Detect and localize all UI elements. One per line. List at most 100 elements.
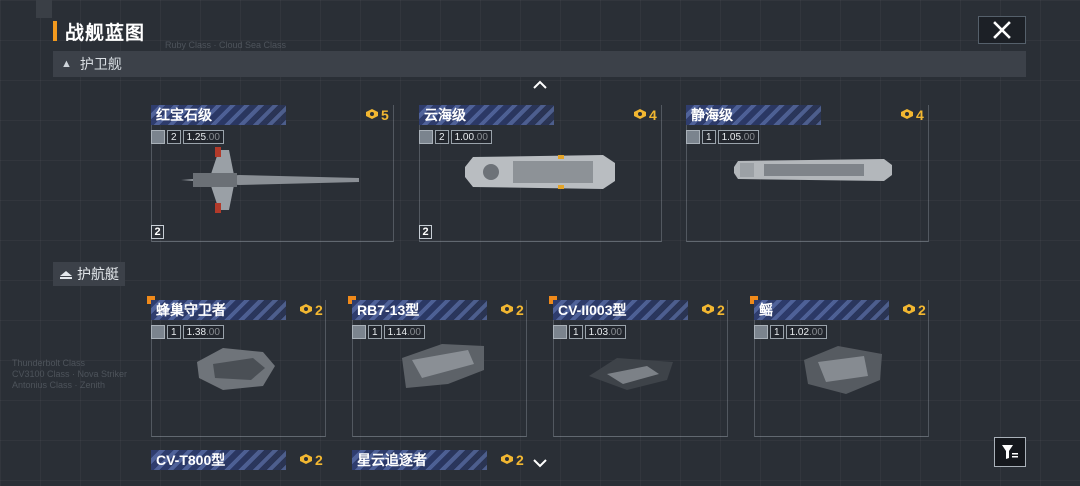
stat-value-main: 1.02 (789, 326, 810, 338)
weapon-icon (352, 325, 366, 339)
section-header-escort[interactable]: 护航艇 (53, 262, 125, 286)
cost-value: 2 (315, 302, 323, 318)
blueprint-watermark: Ruby Class · Cloud Sea Class (165, 40, 287, 50)
ship-card[interactable]: RB7-13型 2 1 1.14.00 (348, 296, 527, 437)
stat-count: 1 (569, 325, 583, 339)
resource-coin-icon (500, 452, 514, 468)
weapon-icon (686, 130, 700, 144)
ship-name: 红宝石级 (156, 107, 212, 123)
scroll-down-button[interactable] (531, 458, 549, 468)
cost-value: 2 (315, 452, 323, 468)
ship-name: RB7-13型 (357, 302, 420, 318)
ship-card[interactable]: CV-T800型 2 (151, 450, 323, 486)
stat-count: 1 (770, 325, 784, 339)
ship-stats: 2 1.25.00 (151, 129, 226, 145)
name-plate: 蜂巢守卫者 (151, 300, 286, 320)
cost-value: 5 (381, 107, 389, 123)
stat-value-main: 1.38 (186, 326, 207, 338)
resource-coin-icon (299, 452, 313, 468)
blueprint-watermark: CV3100 Class · Nova Striker (12, 369, 128, 379)
stat-count: 1 (702, 130, 716, 144)
stat-value-suffix: .00 (206, 326, 220, 338)
resource-coin-icon (500, 302, 514, 318)
ship-stats: 1 1.02.00 (754, 324, 829, 340)
cost-value: 2 (516, 302, 524, 318)
ship-card[interactable]: 鳐 2 1 1.02.00 (750, 296, 929, 437)
ship-name: CV-T800型 (156, 452, 226, 468)
name-plate: 云海级 (419, 105, 554, 125)
ship-name: CV-II003型 (558, 302, 627, 318)
resource-coin-icon (299, 302, 313, 318)
weapon-icon (419, 130, 433, 144)
resource-coin-icon (633, 107, 647, 123)
stat-count: 2 (167, 130, 181, 144)
ship-image (197, 348, 275, 390)
ship-card[interactable]: 静海级 4 1 1.05.00 (686, 105, 929, 242)
name-plate: CV-II003型 (553, 300, 688, 320)
ship-card[interactable]: 蜂巢守卫者 2 1 1.38.00 (147, 296, 326, 437)
stat-count: 1 (167, 325, 181, 339)
cost-value: 2 (717, 302, 725, 318)
weapon-icon (151, 130, 165, 144)
cost-value: 2 (516, 452, 524, 468)
resource-coin-icon (701, 302, 715, 318)
chevron-up-icon (533, 80, 547, 89)
filter-button[interactable] (994, 437, 1026, 467)
ship-card[interactable]: 红宝石级 5 2 1.25.00 2 (151, 105, 394, 242)
ship-card[interactable]: 云海级 4 2 1.00.00 2 (419, 105, 662, 242)
ship-cost: 2 (500, 452, 524, 468)
stat-count: 2 (435, 130, 449, 144)
name-plate: RB7-13型 (352, 300, 487, 320)
collapse-triangle-icon: ▲ (61, 58, 72, 70)
ship-name: 蜂巢守卫者 (156, 302, 226, 318)
scroll-up-button[interactable] (531, 80, 549, 90)
ship-name: 鳐 (759, 302, 773, 318)
cost-value: 2 (918, 302, 926, 318)
corner-decoration (36, 0, 52, 18)
stat-value: 1.02.00 (785, 325, 827, 339)
section-header-frigate[interactable]: ▲ 护卫舰 (53, 51, 1026, 77)
resource-coin-icon (365, 107, 379, 123)
stat-value: 1.25.00 (182, 130, 224, 144)
ship-image (589, 358, 673, 390)
section-label: 护航艇 (77, 266, 119, 282)
grid-icon (553, 325, 567, 339)
ship-stats: 1 1.03.00 (553, 324, 628, 340)
name-plate: 鳐 (754, 300, 889, 320)
ship-card[interactable]: 星云追逐者 2 (352, 450, 524, 486)
size-badge: 2 (151, 225, 164, 239)
ship-cost: 5 (365, 107, 389, 123)
ship-card[interactable]: CV-II003型 2 1 1.03.00 (549, 296, 728, 437)
ship-class-icon (60, 271, 72, 279)
ship-cost: 4 (633, 107, 657, 123)
title-accent (53, 21, 57, 41)
chevron-down-icon (533, 459, 547, 468)
stat-value: 1.05.00 (717, 130, 759, 144)
stat-value-main: 1.05 (721, 131, 742, 143)
ship-stats: 1 1.05.00 (686, 129, 761, 145)
ship-image (465, 155, 615, 189)
ship-name: 星云追逐者 (357, 452, 427, 468)
cost-value: 4 (916, 107, 924, 123)
stat-value-main: 1.03 (588, 326, 609, 338)
close-button[interactable] (978, 16, 1026, 44)
name-plate: 红宝石级 (151, 105, 286, 125)
stat-value-suffix: .00 (809, 326, 823, 338)
section-label: 护卫舰 (79, 56, 122, 72)
stat-value-suffix: .00 (474, 131, 488, 143)
weapon-icon (151, 325, 165, 339)
weapon-icon (754, 325, 768, 339)
resource-coin-icon (902, 302, 916, 318)
ship-image (804, 346, 882, 394)
stat-count: 1 (368, 325, 382, 339)
ship-name: 静海级 (691, 107, 733, 123)
ship-image (734, 159, 892, 181)
stat-value: 1.00.00 (450, 130, 492, 144)
ship-cost: 4 (900, 107, 924, 123)
blueprint-watermark: Thunderbolt Class (12, 358, 86, 368)
ship-image (402, 344, 484, 388)
page-title: 战舰蓝图 (65, 22, 146, 44)
name-plate: CV-T800型 (151, 450, 286, 470)
ship-stats: 1 1.38.00 (151, 324, 226, 340)
ship-cost: 2 (299, 452, 323, 468)
